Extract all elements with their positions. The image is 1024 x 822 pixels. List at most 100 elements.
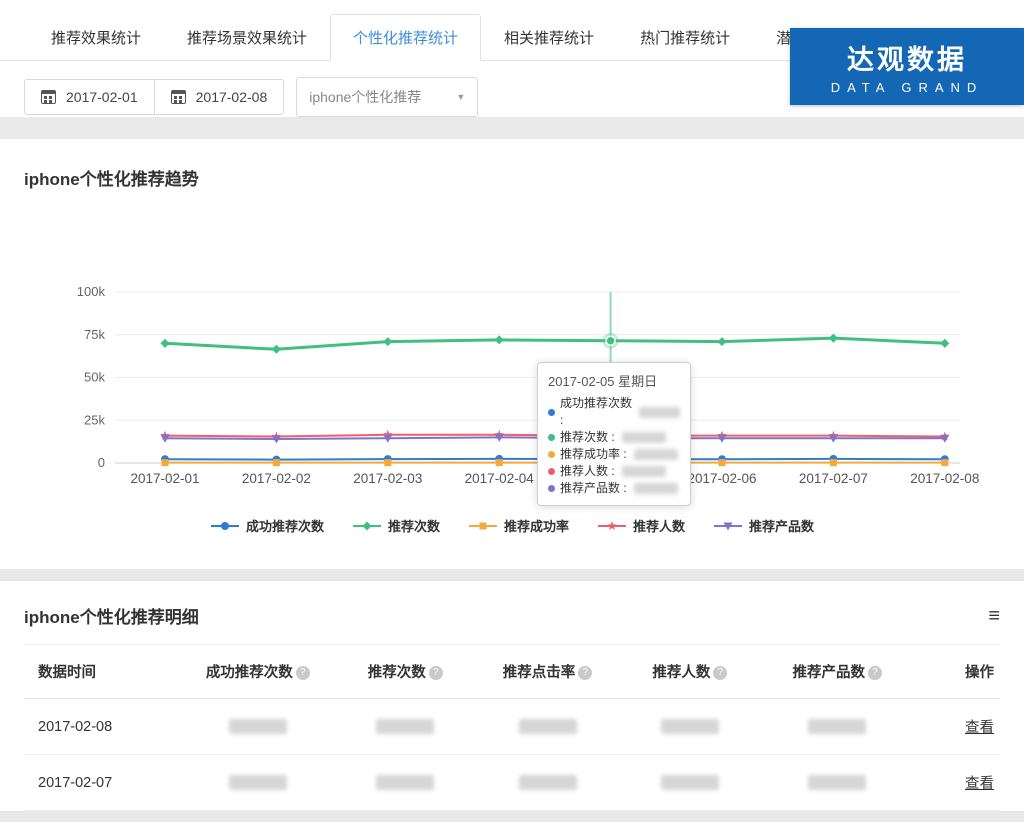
scene-select[interactable]: iphone个性化推荐 ▼ (296, 77, 478, 117)
legend-item[interactable]: 推荐成功率 (468, 516, 569, 535)
cell-value (471, 755, 623, 811)
trend-section-title: iphone个性化推荐趋势 (0, 165, 1024, 190)
series-dot-icon (548, 451, 555, 458)
redacted-value (519, 775, 577, 790)
scene-select-value: iphone个性化推荐 (309, 87, 421, 107)
legend-label: 成功推荐次数 (246, 516, 324, 535)
date-range-picker: 2017-02-01 2017-02-08 (24, 79, 284, 115)
chart-tooltip: 2017-02-05 星期日 成功推荐次数 : 推荐次数 : 推荐成功率 : 推… (537, 362, 691, 506)
tooltip-row: 成功推荐次数 : (548, 395, 680, 429)
menu-icon[interactable]: ≡ (988, 606, 1000, 626)
redacted-value (622, 466, 666, 477)
redacted-value (229, 775, 287, 790)
tab-personalized-stats[interactable]: 个性化推荐统计 (330, 14, 481, 61)
detail-card-header: iphone个性化推荐明细 ≡ (24, 603, 1000, 644)
redacted-value (376, 775, 434, 790)
trend-chart: 025k50k75k100k2017-02-012017-02-022017-0… (0, 280, 1024, 535)
series-dot-icon (548, 434, 555, 441)
tab-recommend-effect[interactable]: 推荐效果统计 (28, 14, 164, 61)
end-date-input[interactable]: 2017-02-08 (154, 80, 284, 114)
redacted-value (519, 719, 577, 734)
cell-value (471, 699, 623, 755)
view-link[interactable]: 查看 (965, 776, 994, 792)
tooltip-row: 推荐次数 : (548, 429, 680, 446)
series-dot-icon (548, 468, 555, 475)
legend-label: 推荐成功率 (504, 516, 569, 535)
tab-scene-effect[interactable]: 推荐场景效果统计 (164, 14, 330, 61)
svg-text:100k: 100k (77, 284, 106, 299)
help-icon[interactable]: ? (578, 666, 592, 680)
col-click-rate: 推荐点击率? (471, 645, 623, 699)
tab-related-stats[interactable]: 相关推荐统计 (481, 14, 617, 61)
tab-hot-stats[interactable]: 热门推荐统计 (617, 14, 753, 61)
detail-section-title: iphone个性化推荐明细 (24, 603, 199, 628)
legend-marker-icon (597, 520, 627, 532)
svg-text:2017-02-01: 2017-02-01 (130, 471, 199, 486)
legend-label: 推荐次数 (388, 516, 440, 535)
cell-value (756, 699, 919, 755)
redacted-value (808, 719, 866, 734)
legend-marker-icon (210, 520, 240, 532)
table-row: 2017-02-07 查看 (24, 755, 1000, 811)
tooltip-title: 2017-02-05 星期日 (548, 371, 680, 390)
col-date: 数据时间 (24, 645, 176, 699)
help-icon[interactable]: ? (713, 666, 727, 680)
cell-value (756, 755, 919, 811)
calendar-icon (41, 90, 56, 104)
redacted-value (808, 775, 866, 790)
legend-marker-icon (713, 520, 743, 532)
legend-item[interactable]: 推荐产品数 (713, 516, 814, 535)
col-recommend-count: 推荐次数? (339, 645, 471, 699)
help-icon[interactable]: ? (296, 666, 310, 680)
svg-text:2017-02-03: 2017-02-03 (353, 471, 422, 486)
brand-name-cn: 达观数据 (847, 38, 967, 77)
redacted-value (634, 449, 678, 460)
start-date-input[interactable]: 2017-02-01 (25, 80, 154, 114)
cell-value (176, 755, 339, 811)
detail-card: iphone个性化推荐明细 ≡ 数据时间 成功推荐次数? 推荐次数? 推荐点击率… (0, 581, 1024, 811)
brand-logo: 达观数据 DATA GRAND (790, 28, 1024, 105)
redacted-value (622, 432, 666, 443)
svg-text:2017-02-08: 2017-02-08 (910, 471, 979, 486)
series-dot-icon (548, 409, 555, 416)
col-action: 操作 (919, 645, 1000, 699)
col-product-count: 推荐产品数? (756, 645, 919, 699)
redacted-value (229, 719, 287, 734)
table-header-row: 数据时间 成功推荐次数? 推荐次数? 推荐点击率? 推荐人数? 推荐产品数? 操… (24, 645, 1000, 699)
help-icon[interactable]: ? (868, 666, 882, 680)
legend-marker-icon (468, 520, 498, 532)
legend-item[interactable]: 推荐次数 (352, 516, 440, 535)
tooltip-row: 推荐人数 : (548, 463, 680, 480)
calendar-icon (171, 90, 186, 104)
redacted-value (661, 775, 719, 790)
trend-card: iphone个性化推荐趋势 025k50k75k100k2017-02-0120… (0, 139, 1024, 569)
svg-text:2017-02-04: 2017-02-04 (465, 471, 535, 486)
trend-chart-canvas: 025k50k75k100k2017-02-012017-02-022017-0… (0, 280, 1024, 495)
redacted-value (376, 719, 434, 734)
top-header: 推荐效果统计 推荐场景效果统计 个性化推荐统计 相关推荐统计 热门推荐统计 潜力… (0, 0, 1024, 117)
chart-legend: 成功推荐次数 推荐次数 推荐成功率 推荐人数 推荐产品数 (0, 516, 1024, 535)
redacted-value (639, 407, 680, 418)
redacted-value (661, 719, 719, 734)
cell-value (176, 699, 339, 755)
svg-text:75k: 75k (84, 327, 105, 342)
tooltip-row: 推荐产品数 : (548, 480, 680, 497)
chevron-down-icon: ▼ (456, 92, 465, 102)
tooltip-row: 推荐成功率 : (548, 446, 680, 463)
cell-value (339, 699, 471, 755)
legend-item[interactable]: 成功推荐次数 (210, 516, 324, 535)
view-link[interactable]: 查看 (965, 720, 994, 736)
legend-label: 推荐人数 (633, 516, 685, 535)
col-user-count: 推荐人数? (624, 645, 756, 699)
detail-table: 数据时间 成功推荐次数? 推荐次数? 推荐点击率? 推荐人数? 推荐产品数? 操… (24, 644, 1000, 811)
redacted-value (634, 483, 678, 494)
svg-text:2017-02-02: 2017-02-02 (242, 471, 311, 486)
legend-item[interactable]: 推荐人数 (597, 516, 685, 535)
series-dot-icon (548, 485, 555, 492)
cell-action: 查看 (919, 699, 1000, 755)
cell-action: 查看 (919, 755, 1000, 811)
legend-marker-icon (352, 520, 382, 532)
cell-value (339, 755, 471, 811)
help-icon[interactable]: ? (429, 666, 443, 680)
svg-text:25k: 25k (84, 412, 105, 427)
